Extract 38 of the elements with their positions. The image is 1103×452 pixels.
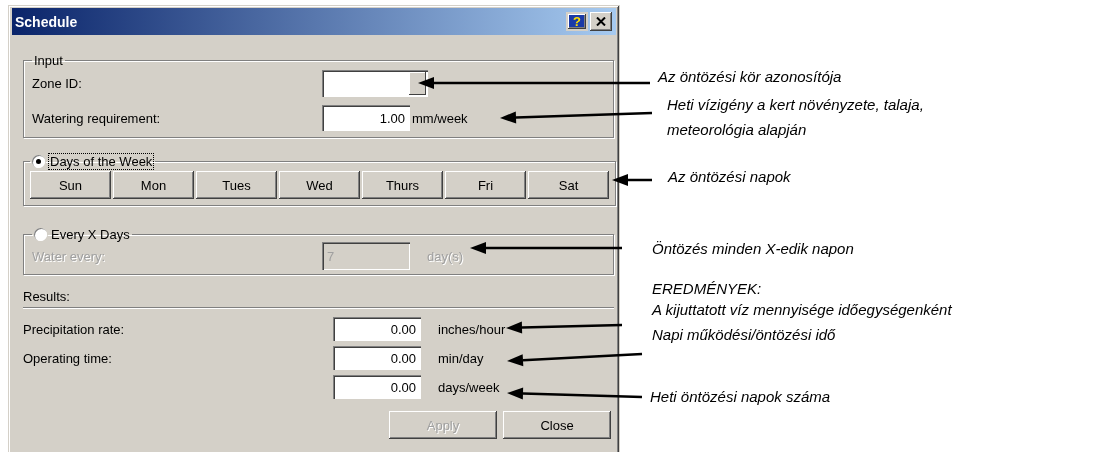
help-button[interactable]: ? [566, 12, 588, 31]
annotation-text: Az öntözési napok [668, 167, 791, 187]
annotation-text: Az öntözési kör azonosítója [658, 67, 842, 87]
annotation-text: Heti öntözési napok száma [650, 387, 831, 407]
unit-label: min/day [438, 350, 484, 366]
callout-arrow [612, 174, 652, 186]
annotation-text: EREDMÉNYEK: [652, 279, 762, 299]
close-icon [596, 17, 606, 26]
zone-id-dropdown[interactable] [322, 70, 428, 97]
input-field[interactable]: 1.00 [322, 105, 410, 131]
day-button[interactable]: Sun [30, 171, 111, 199]
day-button[interactable]: Fri [445, 171, 526, 199]
field-label: Watering requirement: [32, 110, 162, 126]
radio-label[interactable]: Days of the Week [49, 154, 154, 169]
field-label: Operating time: [23, 350, 113, 366]
output-field: 0.00 [333, 346, 421, 370]
day-button[interactable]: Sat [528, 171, 609, 199]
unit-label: days/week [438, 379, 500, 395]
dialog-button[interactable]: Close [503, 411, 611, 439]
day-button[interactable]: Mon [113, 171, 194, 199]
window-title: Schedule [15, 13, 78, 30]
day-button[interactable]: Tues [196, 171, 277, 199]
annotation-text: A kijuttatott víz mennyisége időegységenként [652, 300, 952, 320]
field-label: Zone ID: [32, 76, 83, 91]
section-title: Results: [23, 289, 71, 304]
output-field: 0.00 [333, 317, 421, 341]
close-button[interactable] [590, 12, 612, 31]
day-button[interactable]: Wed [279, 171, 360, 199]
unit-label: inches/hour [438, 321, 506, 337]
radio-button[interactable] [32, 155, 45, 168]
field-label: Precipitation rate: [23, 321, 126, 337]
unit-label: mm/week [412, 110, 468, 126]
output-field: 0.00 [333, 375, 421, 399]
annotation-text: Öntözés minden X-edik napon [652, 239, 854, 259]
annotation-text: Heti vízigény a kert növényzete, talaja, meteorológia alapján [667, 95, 925, 140]
annotation-text: Napi működési/öntözési idő [652, 325, 836, 345]
group-title: Input [33, 53, 64, 68]
day-button[interactable]: Thurs [362, 171, 443, 199]
